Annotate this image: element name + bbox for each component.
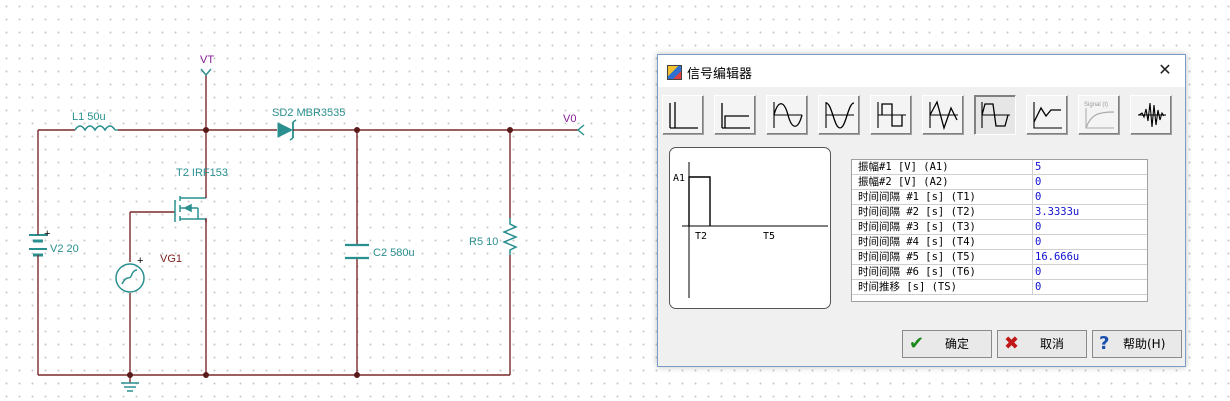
param-value-field[interactable]: 16.666u [1032,250,1147,264]
param-row[interactable]: 时间间隔 #2 [s] (T2) 3.3333u [852,205,1147,220]
checkmark-icon: ✔ [909,333,925,354]
waveform-preview: A1 T2 T5 [669,147,831,309]
general-waveform-icon [1033,102,1062,129]
step-delayed-button[interactable] [714,95,756,135]
param-row[interactable]: 时间间隔 #3 [s] (T3) 0 [852,220,1147,235]
param-name: 振幅#1 [V] (A1) [858,161,949,173]
resistor-r5 [502,218,518,255]
preview-label-a1: A1 [673,173,685,184]
param-name: 时间间隔 #6 [s] (T6) [858,266,976,278]
unit-step-icon [669,102,698,129]
square-wave-icon [877,102,906,128]
unit-step-button[interactable] [662,95,704,135]
param-value-field[interactable]: 0 [1032,190,1147,204]
param-value-field[interactable]: 0 [1032,175,1147,189]
label-t2: T2 IRF153 [176,167,228,179]
step-delayed-icon [721,103,750,129]
signal-t-label: Signal (t) [1084,102,1108,108]
label-v2: V2 20 [50,243,79,255]
label-plus-v2: + [44,228,50,240]
param-row[interactable]: 时间间隔 #6 [s] (T6) 0 [852,265,1147,280]
param-row[interactable]: 时间间隔 #5 [s] (T5) 16.666u [852,250,1147,265]
param-row[interactable]: 时间间隔 #4 [s] (T4) 0 [852,235,1147,250]
signal-source-vg1 [115,263,145,293]
label-plus-vg1: + [137,255,143,267]
param-value-field[interactable]: 5 [1032,160,1147,174]
cosine-icon [825,102,855,129]
param-row[interactable]: 时间推移 [s] (TS) 0 [852,280,1147,295]
ground-icon [121,382,139,392]
param-value-field[interactable]: 0 [1032,220,1147,234]
sine-icon [773,102,803,128]
param-name: 时间间隔 #3 [s] (T3) [858,221,976,233]
help-button[interactable]: ? 帮助(H) [1092,330,1182,358]
param-value-field[interactable]: 0 [1032,265,1147,279]
chirp-burst-icon [1138,102,1166,128]
dialog-titlebar[interactable]: 信号编辑器 ✕ [658,55,1185,87]
general-waveform-button[interactable] [1026,95,1068,135]
ok-button-label: 确定 [945,337,970,351]
label-v0: V0 [563,113,576,125]
param-row[interactable]: 时间间隔 #1 [s] (T1) 0 [852,190,1147,205]
param-name: 时间间隔 #2 [s] (T2) [858,206,976,218]
parameter-table: 振幅#1 [V] (A1) 5 振幅#2 [V] (A2) 0 时间间隔 #1 [s… [851,159,1148,302]
label-l1: L1 50u [72,111,106,123]
param-name: 时间间隔 #5 [s] (T5) [858,251,976,263]
param-name: 振幅#2 [V] (A2) [858,176,949,188]
waveform-toolbar: Signal (t) [662,95,1182,139]
param-value-field[interactable]: 0 [1032,235,1147,249]
signal-t-icon: Signal (t) [1084,102,1115,129]
chirp-button[interactable] [1130,95,1172,135]
signal-t-button: Signal (t) [1078,95,1120,135]
damped-sine-icon [929,100,958,131]
signal-editor-dialog: 信号编辑器 ✕ Signal (t) A1 T2 T5 振幅#1 [V] (A1… [657,54,1186,367]
close-button[interactable]: ✕ [1145,55,1185,87]
cosine-button[interactable] [818,95,860,135]
param-name: 时间推移 [s] (TS) [858,281,957,293]
pulse-trace [688,176,711,226]
help-button-label: 帮助(H) [1123,337,1166,351]
junction-nodes [127,127,513,378]
param-value-field[interactable]: 0 [1032,280,1147,294]
app-icon [667,65,682,80]
preview-label-t2: T2 [695,231,707,242]
damped-sine-button[interactable] [922,95,964,135]
param-row[interactable]: 振幅#1 [V] (A1) 5 [852,160,1147,175]
wires [37,75,578,383]
cancel-button[interactable]: ✖ 取消 [997,330,1087,358]
mosfet-t2 [174,195,207,222]
help-icon: ? [1099,333,1110,354]
cancel-button-label: 取消 [1040,337,1065,351]
label-r5: R5 10 [469,236,498,248]
dialog-title: 信号编辑器 [687,67,753,82]
label-vt: VT [200,54,214,66]
param-name: 时间间隔 #1 [s] (T1) [858,191,976,203]
label-c2: C2 580u [373,247,415,259]
label-sd2: SD2 MBR3535 [272,107,345,119]
close-icon: ✕ [1158,62,1172,79]
square-button[interactable] [870,95,912,135]
capacitor-c2 [345,243,369,260]
diode-sd2 [277,119,300,141]
param-name: 时间间隔 #4 [s] (T4) [858,236,976,248]
sine-button[interactable] [766,95,808,135]
pulse-icon [981,102,1010,128]
ok-button[interactable]: ✔ 确定 [902,330,992,358]
param-value-field[interactable]: 3.3333u [1032,205,1147,219]
pulse-button[interactable] [974,95,1016,135]
preview-label-t5: T5 [763,231,775,242]
circuit-schematic: VT V0 L1 50u SD2 MBR3535 T2 IRF153 V2 20… [29,54,585,392]
label-vg1: VG1 [160,253,182,265]
terminal-vt-icon [200,68,212,77]
terminal-v0-icon [576,124,585,136]
inductor-l1 [74,125,116,132]
cross-icon: ✖ [1004,333,1020,354]
param-row[interactable]: 振幅#2 [V] (A2) 0 [852,175,1147,190]
